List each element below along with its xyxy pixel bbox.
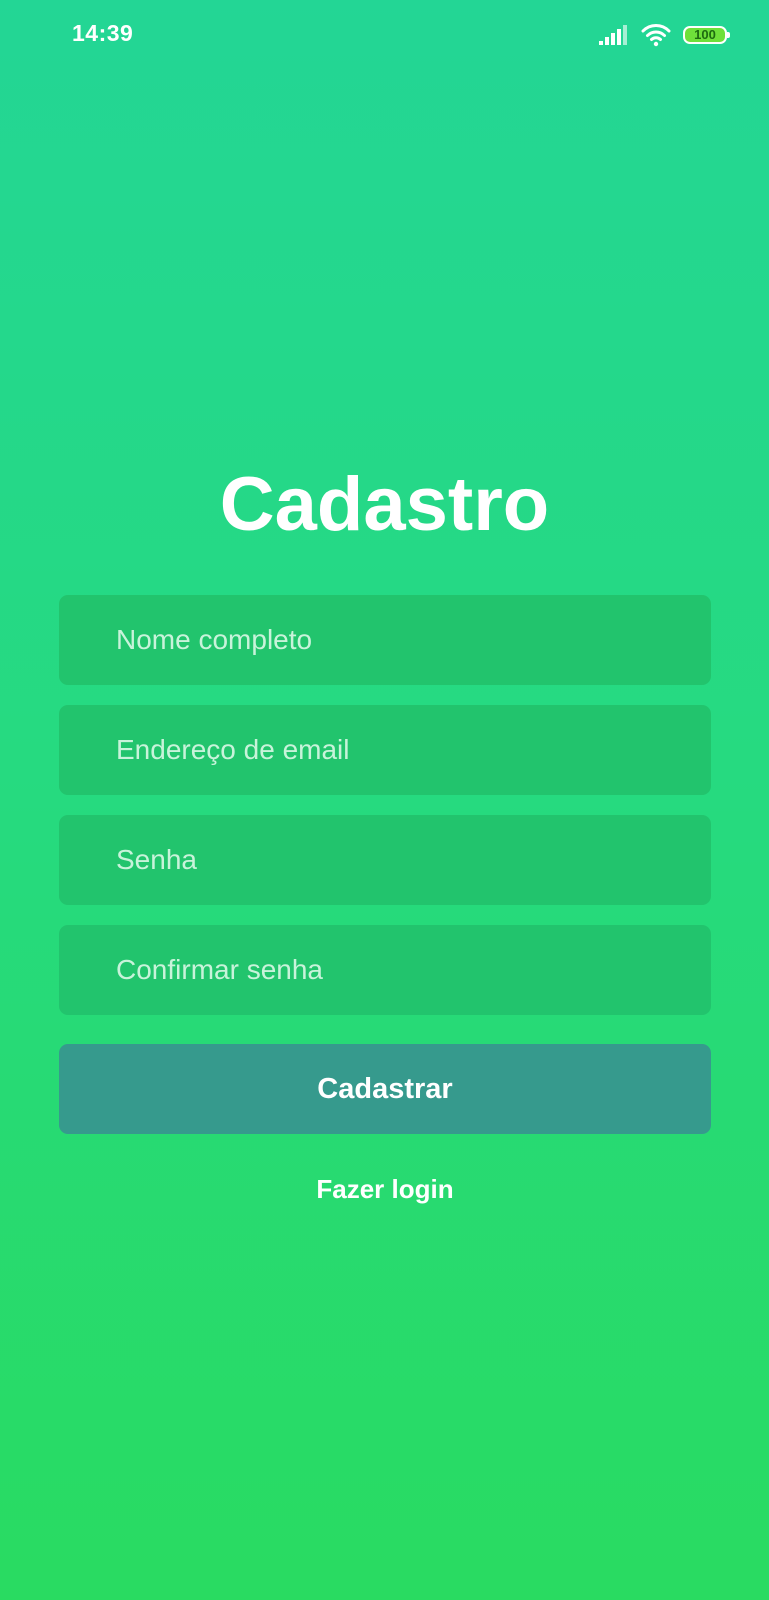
email-field[interactable] bbox=[59, 705, 711, 795]
page-title: Cadastro bbox=[219, 462, 550, 547]
status-icons: 100 bbox=[599, 22, 730, 48]
password-field[interactable] bbox=[59, 815, 711, 905]
battery-level: 100 bbox=[694, 27, 716, 42]
register-button[interactable]: Cadastrar bbox=[59, 1044, 711, 1134]
wifi-icon bbox=[641, 23, 671, 47]
battery-icon: 100 bbox=[683, 26, 730, 44]
register-form: Cadastrar Fazer login bbox=[59, 595, 711, 1205]
status-bar: 14:39 100 bbox=[0, 0, 769, 70]
login-link[interactable]: Fazer login bbox=[59, 1174, 711, 1205]
signal-icon bbox=[599, 25, 629, 45]
name-field[interactable] bbox=[59, 595, 711, 685]
confirm-password-field[interactable] bbox=[59, 925, 711, 1015]
status-time: 14:39 bbox=[72, 20, 134, 46]
register-screen: 14:39 100 Cadastro Nome completo Endereç… bbox=[0, 0, 769, 1600]
